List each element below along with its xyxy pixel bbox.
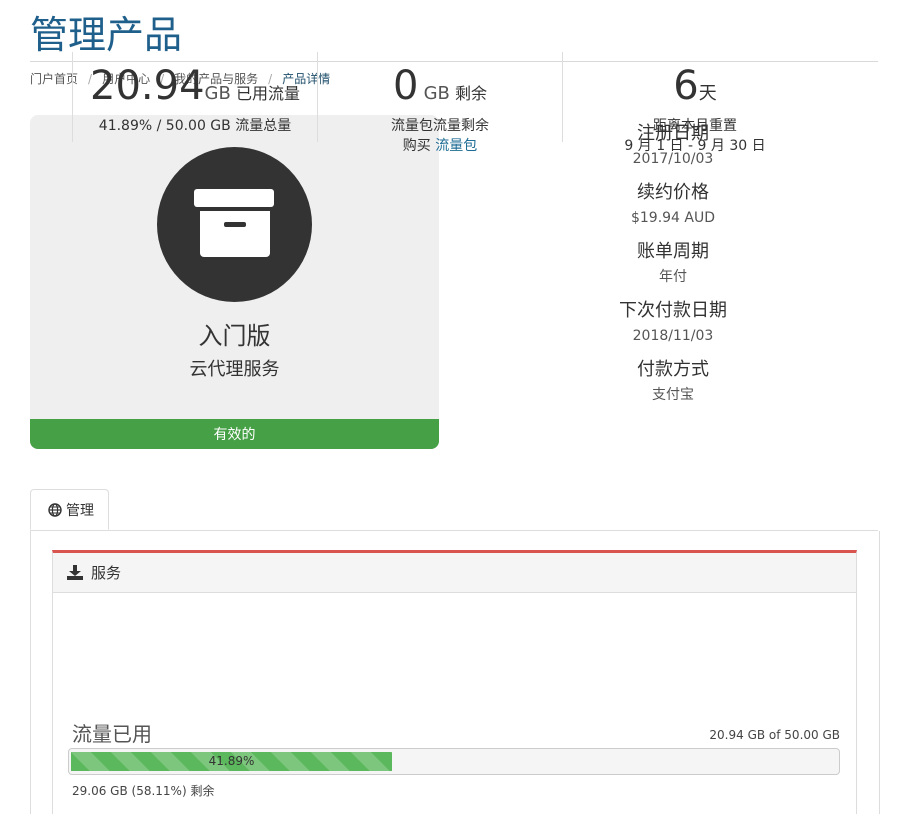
tab-manage[interactable]: 管理 xyxy=(30,489,109,530)
reset-period: 9 月 1 日 - 9 月 30 日 xyxy=(624,138,766,154)
reset-unit: 天 xyxy=(698,83,717,104)
archive-box-icon xyxy=(157,147,312,302)
usage-summary: 20.94 GB of 50.00 GB xyxy=(709,728,840,742)
buy-label: 购买 xyxy=(402,138,431,154)
download-icon xyxy=(67,565,83,580)
used-unit: GB xyxy=(204,83,231,104)
used-sub: 41.89% / 50.00 GB 流量总量 xyxy=(98,118,292,134)
info-label-billing-cycle: 账单周期 xyxy=(637,241,709,262)
breadcrumb-home[interactable]: 门户首页 xyxy=(30,72,78,86)
used-value: 20.94 xyxy=(90,63,205,109)
stat-used: 20.94GB 已用流量 41.89% / 50.00 GB 流量总量 xyxy=(73,52,317,142)
reset-label: 距离本月重置 xyxy=(653,118,737,134)
info-value-billing-cycle: 年付 xyxy=(659,269,687,285)
product-card: 入门版 云代理服务 有效的 xyxy=(30,115,439,449)
info-value-renew-price: $19.94 AUD xyxy=(630,210,716,226)
usage-title: 流量已用 xyxy=(72,722,152,746)
buy-traffic-pack-link[interactable]: 流量包 xyxy=(435,138,477,154)
stat-remaining: 0 GB 剩余 流量包流量剩余 购买 流量包 xyxy=(318,52,562,154)
remaining-unit: GB xyxy=(423,83,450,104)
tab-manage-label: 管理 xyxy=(66,503,94,519)
globe-icon xyxy=(48,502,62,517)
info-label-next-due: 下次付款日期 xyxy=(619,300,727,321)
product-group: 云代理服务 xyxy=(189,359,280,380)
box-handle xyxy=(224,222,246,227)
box-body xyxy=(200,211,270,257)
usage-remaining: 29.06 GB (58.11%) 剩余 xyxy=(72,784,215,798)
box-lid xyxy=(194,189,274,207)
info-label-payment-method: 付款方式 xyxy=(637,359,709,380)
usage-progress-bar: 41.89% xyxy=(68,748,840,775)
stat-reset: 6天 距离本月重置 9 月 1 日 - 9 月 30 日 xyxy=(563,52,827,154)
status-badge: 有效的 xyxy=(30,419,439,449)
reset-value: 6 xyxy=(673,63,699,109)
remaining-label: 剩余 xyxy=(454,84,487,103)
usage-progress-fill: 41.89% xyxy=(71,752,392,771)
product-info: 注册日期 2017/10/03 续约价格 $19.94 AUD 账单周期 年付 … xyxy=(573,120,773,415)
product-name: 入门版 xyxy=(198,322,271,350)
info-value-next-due: 2018/11/03 xyxy=(632,328,714,344)
remaining-value: 0 xyxy=(393,63,419,109)
panel-title: 服务 xyxy=(91,564,122,582)
used-label: 已用流量 xyxy=(235,84,300,103)
info-value-payment-method: 支付宝 xyxy=(652,387,694,403)
remaining-sub: 流量包流量剩余 xyxy=(391,118,489,134)
info-label-renew-price: 续约价格 xyxy=(637,182,709,203)
panel-heading: 服务 xyxy=(53,553,856,593)
